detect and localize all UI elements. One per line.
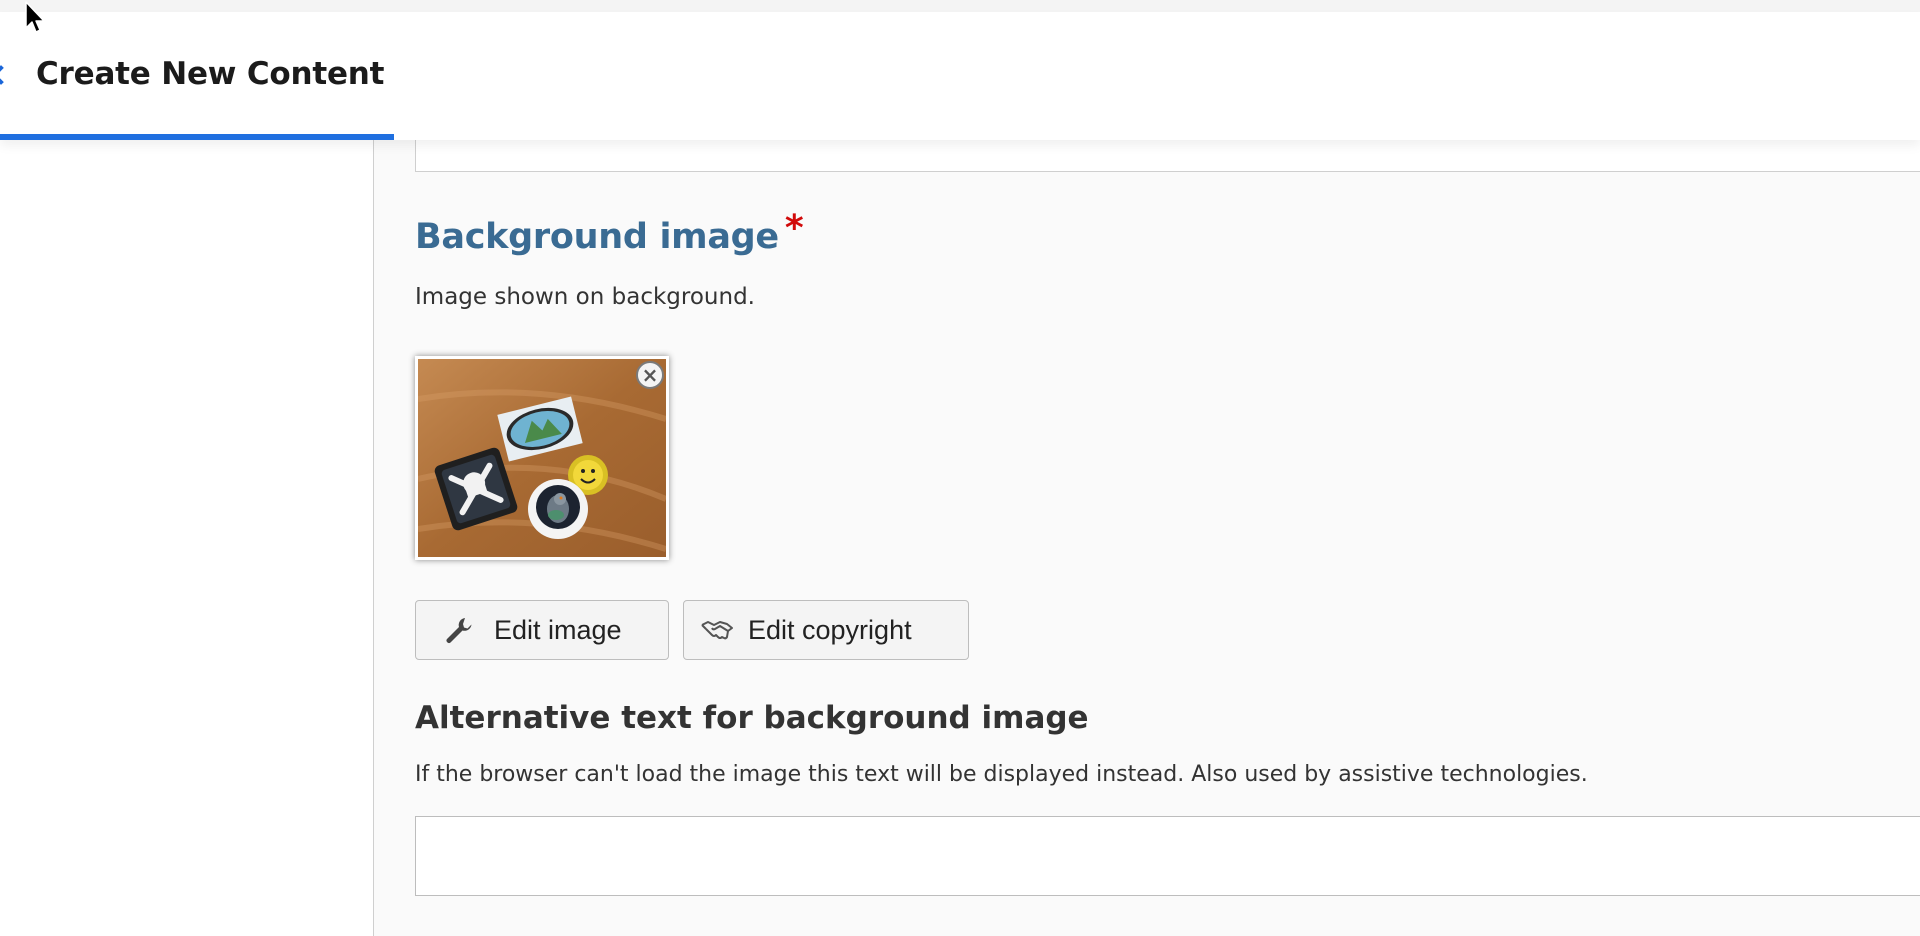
edit-copyright-label: Edit copyright bbox=[748, 614, 912, 645]
background-image-description: Image shown on background. bbox=[415, 284, 755, 310]
chevron-left-icon[interactable] bbox=[0, 65, 11, 85]
required-marker: * bbox=[784, 208, 804, 249]
edit-image-label: Edit image bbox=[494, 614, 622, 645]
background-image-thumbnail[interactable]: × bbox=[415, 356, 669, 560]
progress-bar bbox=[0, 134, 394, 140]
main-form: Background image * Image shown on backgro… bbox=[375, 136, 1920, 936]
edit-copyright-button[interactable]: Edit copyright bbox=[683, 600, 969, 660]
alt-text-input[interactable] bbox=[415, 816, 1920, 896]
edit-image-button[interactable]: Edit image bbox=[415, 600, 669, 660]
wrench-icon bbox=[442, 613, 476, 647]
alt-text-label: Alternative text for background image bbox=[415, 700, 1089, 736]
mouse-cursor-icon bbox=[25, 1, 45, 33]
sidebar bbox=[0, 140, 374, 936]
alt-text-description: If the browser can't load the image this… bbox=[415, 762, 1588, 787]
browser-top-strip bbox=[0, 0, 1920, 12]
photo-stickers-image bbox=[418, 359, 666, 557]
background-image-label: Background image * bbox=[415, 208, 804, 257]
previous-field-input[interactable] bbox=[415, 136, 1920, 172]
background-image-title: Background image bbox=[415, 217, 779, 257]
page-header: Create New Content bbox=[0, 12, 1920, 140]
page-title: Create New Content bbox=[36, 56, 385, 92]
remove-image-close-icon[interactable]: × bbox=[636, 361, 664, 389]
handshake-icon bbox=[700, 613, 734, 647]
